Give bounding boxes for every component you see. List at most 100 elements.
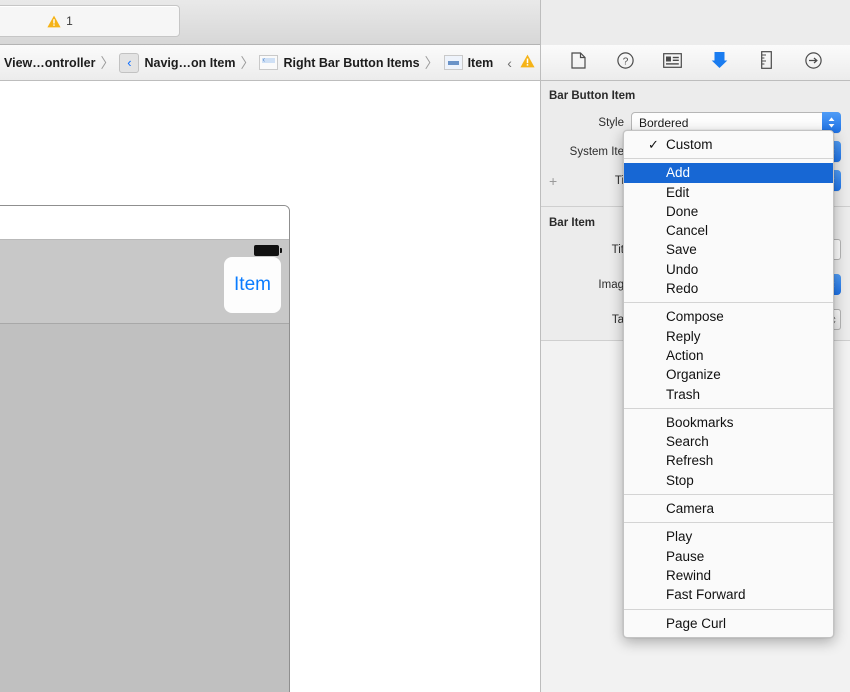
bar-item-mini-icon	[443, 55, 463, 70]
quick-help-tab[interactable]: ?	[613, 51, 639, 75]
menu-item-label: Undo	[666, 261, 699, 277]
menu-item-compose[interactable]: Compose	[624, 307, 833, 326]
question-circle-icon: ?	[617, 51, 634, 74]
table-view[interactable]: able View	[0, 324, 289, 692]
warning-triangle-icon	[47, 15, 61, 28]
interface-builder-canvas[interactable]: 1 Item able	[0, 82, 540, 692]
menu-item-play[interactable]: Play	[624, 527, 833, 546]
scene-dock: 1	[0, 206, 289, 240]
menu-item-stop[interactable]: Stop	[624, 471, 833, 490]
selected-bar-button-item[interactable]: Item	[224, 257, 281, 313]
add-variation-button[interactable]: +	[549, 173, 557, 189]
size-inspector-tab[interactable]	[754, 51, 780, 75]
checkmark-icon: ✓	[648, 137, 659, 152]
previous-issue-button[interactable]: ‹	[507, 55, 512, 71]
svg-text:?: ?	[623, 56, 629, 67]
document-icon	[571, 51, 586, 74]
menu-item-add[interactable]: Add	[624, 163, 833, 183]
menu-item-trash[interactable]: Trash	[624, 385, 833, 404]
menu-item-label: Trash	[666, 386, 701, 402]
breadcrumb: View…ontroller 〉 ‹ Navig…on Item 〉 Right…	[0, 45, 540, 81]
xcode-window: 1 View…ontroller 〉 ‹ Navig…on Item 〉 ‹ R…	[0, 0, 850, 692]
menu-separator	[624, 608, 833, 610]
menu-item-custom[interactable]: ✓ Custom	[624, 135, 833, 154]
menu-item-label: Rewind	[666, 567, 712, 583]
menu-separator	[624, 158, 833, 160]
warning-triangle-icon[interactable]	[520, 54, 535, 71]
issue-navigation-controls: ‹ ›	[507, 54, 540, 71]
connections-inspector-tab[interactable]	[801, 51, 827, 75]
menu-item-redo[interactable]: Redo	[624, 279, 833, 298]
menu-item-edit[interactable]: Edit	[624, 183, 833, 202]
menu-item-label: Compose	[666, 309, 724, 325]
file-inspector-tab[interactable]	[566, 51, 592, 75]
row-label: Style	[598, 116, 624, 129]
menu-item-label: Camera	[666, 501, 715, 517]
menu-item-label: Cancel	[666, 223, 709, 239]
breadcrumb-separator: 〉	[240, 54, 255, 71]
menu-item-label: Reply	[666, 328, 701, 344]
menu-item-bookmarks[interactable]: Bookmarks	[624, 413, 833, 432]
menu-item-undo[interactable]: Undo	[624, 260, 833, 279]
menu-item-organize[interactable]: Organize	[624, 365, 833, 384]
bar-button-item-title: Item	[234, 274, 271, 295]
menu-item-camera[interactable]: Camera	[624, 499, 833, 518]
attributes-inspector-tab[interactable]	[707, 51, 733, 75]
menu-item-save[interactable]: Save	[624, 240, 833, 259]
breadcrumb-label: View…ontroller	[4, 55, 96, 70]
system-item-popup-menu[interactable]: ✓ Custom Add Edit Done Cancel Save Undo …	[623, 130, 834, 638]
menu-item-label: Custom	[666, 137, 713, 152]
breadcrumb-item-navigation-item[interactable]: ‹ Navig…on Item	[115, 52, 239, 73]
row-label: Ti	[614, 174, 624, 187]
identity-inspector-tab[interactable]	[660, 51, 686, 75]
menu-item-label: Pause	[666, 548, 705, 564]
down-arrow-shield-icon	[711, 51, 728, 74]
id-card-icon	[663, 52, 682, 73]
menu-item-label: Organize	[666, 367, 721, 383]
activity-status-bar[interactable]: 1	[0, 5, 180, 37]
breadcrumb-separator: 〉	[100, 54, 115, 71]
menu-item-refresh[interactable]: Refresh	[624, 451, 833, 470]
menu-item-label: Redo	[666, 281, 699, 297]
menu-item-label: Stop	[666, 472, 694, 488]
menu-item-label: Fast Forward	[666, 587, 746, 603]
breadcrumb-label: Navig…on Item	[144, 55, 236, 70]
menu-item-label: Page Curl	[666, 615, 727, 631]
breadcrumb-label: Right Bar Button Items	[283, 55, 420, 70]
menu-item-label: Edit	[666, 184, 690, 200]
warning-count: 1	[66, 14, 73, 28]
ruler-icon	[761, 51, 772, 74]
menu-item-label: Done	[666, 203, 699, 219]
menu-item-label: Search	[666, 434, 709, 450]
back-chevron-chip[interactable]: ‹	[119, 52, 140, 73]
menu-item-action[interactable]: Action	[624, 346, 833, 365]
row-label: System Ite	[569, 145, 624, 158]
row-label: Tit	[611, 243, 624, 256]
menu-item-fast-forward[interactable]: Fast Forward	[624, 585, 833, 604]
warning-indicator[interactable]: 1	[47, 14, 73, 28]
breadcrumb-item-view-controller[interactable]: View…ontroller	[0, 56, 99, 70]
battery-icon	[254, 245, 282, 256]
menu-item-done[interactable]: Done	[624, 202, 833, 221]
breadcrumb-item-right-bar-button-items[interactable]: Right Bar Button Items	[255, 55, 423, 70]
breadcrumb-separator: 〉	[424, 54, 439, 71]
row-label: Ta	[611, 313, 624, 326]
navigation-bar[interactable]: Item	[0, 257, 289, 324]
menu-separator	[624, 494, 833, 496]
menu-item-reply[interactable]: Reply	[624, 327, 833, 346]
inspector-tab-bar: ?	[541, 45, 850, 81]
breadcrumb-label: Item	[467, 55, 494, 70]
menu-item-pause[interactable]: Pause	[624, 547, 833, 566]
menu-item-cancel[interactable]: Cancel	[624, 221, 833, 240]
menu-item-page-curl[interactable]: Page Curl	[624, 614, 833, 633]
menu-item-label: Add	[666, 165, 691, 181]
view-controller-scene[interactable]: 1 Item able	[0, 205, 290, 692]
breadcrumb-item-item[interactable]: Item	[440, 55, 498, 70]
menu-item-rewind[interactable]: Rewind	[624, 566, 833, 585]
menu-separator	[624, 407, 833, 409]
section-title: Bar Button Item	[549, 90, 636, 102]
arrow-circle-icon	[805, 51, 822, 74]
menu-item-search[interactable]: Search	[624, 432, 833, 451]
menu-separator	[624, 302, 833, 304]
nav-item-mini-icon	[259, 55, 279, 70]
